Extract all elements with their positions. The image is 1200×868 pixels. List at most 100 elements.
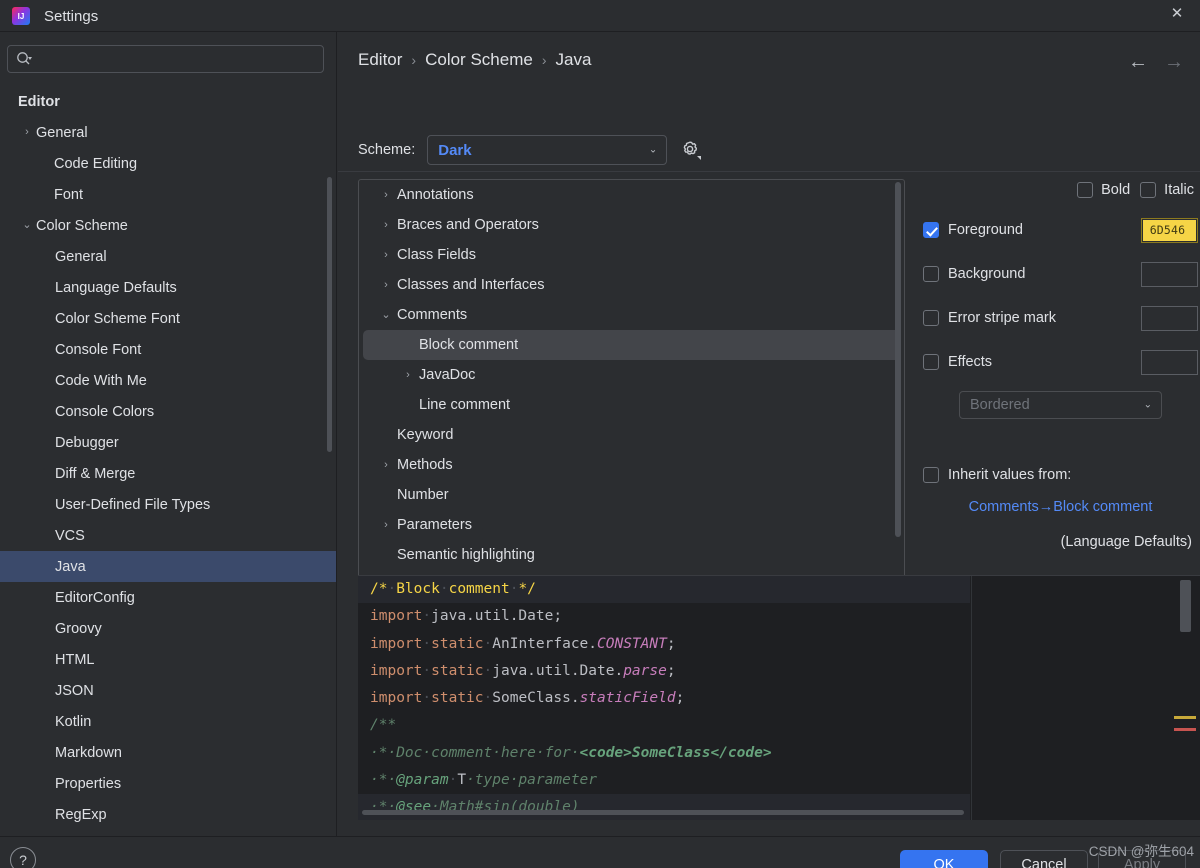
sidebar-item-color-scheme-font[interactable]: Color Scheme Font [0, 303, 336, 334]
title-bar: Settings ✕ [0, 0, 1200, 32]
search-input[interactable] [38, 48, 293, 70]
color-setting-keyword[interactable]: Keyword [359, 420, 904, 450]
error-stripe-color-swatch[interactable] [1141, 305, 1198, 331]
code-token: import [370, 608, 423, 625]
sidebar-item-java[interactable]: Java [0, 551, 336, 582]
sidebar-scrollbar[interactable] [327, 177, 332, 452]
arrow-left-icon[interactable]: ← [1128, 52, 1148, 72]
chevron-right-icon[interactable]: › [375, 519, 397, 531]
chevron-right-icon[interactable]: › [375, 189, 397, 201]
foreground-checkbox[interactable] [923, 222, 939, 238]
sidebar-item-user-defined-file-types[interactable]: User-Defined File Types [0, 489, 336, 520]
chevron-right-icon[interactable]: › [375, 459, 397, 471]
arrow-right-icon[interactable]: → [1164, 52, 1184, 72]
chevron-right-icon[interactable]: › [375, 219, 397, 231]
chevron-down-icon[interactable]: ⌄ [375, 309, 397, 321]
sidebar-item-groovy[interactable]: Groovy [0, 613, 336, 644]
chevron-right-icon[interactable]: › [375, 249, 397, 261]
sidebar-item-diff-merge[interactable]: Diff & Merge [0, 458, 336, 489]
preview-horizontal-scrollbar[interactable] [362, 810, 964, 815]
sidebar-item-label: Debugger [55, 434, 119, 451]
effect-type-select[interactable]: Bordered ⌄ [959, 391, 1162, 419]
sidebar-item-label: EditorConfig [55, 589, 135, 606]
search-box[interactable] [7, 45, 324, 73]
sidebar-item-code-with-me[interactable]: Code With Me [0, 365, 336, 396]
sidebar-item-label: Console Colors [55, 403, 155, 420]
color-setting-label: Methods [397, 457, 453, 473]
effects-checkbox[interactable] [923, 354, 939, 370]
sidebar-item-kotlin[interactable]: Kotlin [0, 706, 336, 737]
navigation-buttons: ← → [1128, 52, 1184, 72]
color-setting-semantic-highlighting[interactable]: Semantic highlighting [359, 540, 904, 570]
gear-icon[interactable] [679, 138, 703, 162]
color-setting-class-fields[interactable]: › Class Fields [359, 240, 904, 270]
sidebar-item-html[interactable]: HTML [0, 644, 336, 675]
sidebar-item-json[interactable]: JSON [0, 675, 336, 706]
foreground-color-swatch[interactable]: 6D546 [1141, 217, 1198, 243]
ok-button[interactable]: OK [900, 850, 988, 868]
scheme-select[interactable]: Dark ⌄ [427, 135, 668, 165]
sidebar-item-editorconfig[interactable]: EditorConfig [0, 582, 336, 613]
breadcrumb-item[interactable]: Color Scheme [425, 50, 533, 70]
sidebar-item-vcs[interactable]: VCS [0, 520, 336, 551]
close-icon[interactable]: ✕ [1160, 0, 1194, 26]
sidebar-item-editor[interactable]: Editor [0, 86, 336, 117]
color-setting-classes-and-interfaces[interactable]: › Classes and Interfaces [359, 270, 904, 300]
color-setting-line-comment[interactable]: Line comment [359, 390, 904, 420]
help-icon[interactable]: ? [10, 847, 36, 868]
sidebar-item-properties[interactable]: Properties [0, 768, 336, 799]
color-setting-comments[interactable]: ⌄ Comments [359, 300, 904, 330]
color-setting-javadoc[interactable]: › JavaDoc [359, 360, 904, 390]
error-stripe-marker[interactable] [1174, 716, 1196, 719]
chevron-right-icon[interactable]: › [18, 127, 36, 138]
breadcrumb-item: Java [555, 50, 592, 69]
sidebar-item-code-editing[interactable]: Code Editing [0, 148, 336, 179]
italic-checkbox-item[interactable]: Italic [1140, 182, 1194, 198]
error-stripe-checkbox[interactable] [923, 310, 939, 326]
code-token: · [422, 662, 432, 679]
background-checkbox[interactable] [923, 266, 939, 282]
breadcrumb-item[interactable]: Editor [358, 50, 402, 70]
sidebar-item-general[interactable]: › General [0, 117, 336, 148]
bold-checkbox-item[interactable]: Bold [1077, 182, 1130, 198]
color-setting-annotations[interactable]: › Annotations [359, 180, 904, 210]
effects-label: Effects [948, 354, 993, 370]
color-settings-scrollbar[interactable] [895, 182, 901, 537]
inherit-source-link[interactable]: Comments→Block comment [923, 497, 1198, 518]
sidebar-item-debugger[interactable]: Debugger [0, 427, 336, 458]
color-setting-label: Classes and Interfaces [397, 277, 545, 293]
code-token: · [483, 662, 493, 679]
italic-checkbox[interactable] [1140, 182, 1157, 198]
breadcrumb-separator: › [541, 52, 547, 68]
bold-checkbox[interactable] [1077, 182, 1094, 198]
color-setting-block-comment[interactable]: Block comment [363, 330, 900, 360]
preview-vertical-scrollbar[interactable] [1180, 580, 1191, 632]
code-token: import [370, 662, 423, 679]
error-stripe-marker[interactable] [1174, 728, 1196, 731]
cancel-button[interactable]: Cancel [1000, 850, 1088, 868]
sidebar-item-language-defaults[interactable]: Language Defaults [0, 272, 336, 303]
chevron-down-icon[interactable]: ⌄ [18, 220, 36, 231]
code-preview[interactable]: /*·Block·comment·*/import·java.util.Date… [358, 575, 1200, 820]
background-color-swatch[interactable] [1141, 261, 1198, 287]
foreground-row: Foreground 6D546 [923, 215, 1198, 245]
inherit-checkbox[interactable] [923, 467, 939, 483]
search-area [0, 32, 336, 73]
sidebar-item-general[interactable]: General [0, 241, 336, 272]
sidebar-item-regexp[interactable]: RegExp [0, 799, 336, 830]
color-setting-parameters[interactable]: › Parameters [359, 510, 904, 540]
sidebar-item-console-colors[interactable]: Console Colors [0, 396, 336, 427]
code-token: ; [675, 690, 685, 707]
sidebar-item-color-scheme[interactable]: ⌄ Color Scheme [0, 210, 336, 241]
sidebar-item-console-font[interactable]: Console Font [0, 334, 336, 365]
chevron-right-icon[interactable]: › [375, 279, 397, 291]
settings-tree: Editor › General Code Editing Font ⌄ Color Sch… [0, 86, 336, 830]
color-setting-methods[interactable]: › Methods [359, 450, 904, 480]
sidebar-item-markdown[interactable]: Markdown [0, 737, 336, 768]
effects-color-swatch[interactable] [1141, 349, 1198, 375]
color-setting-braces-and-operators[interactable]: › Braces and Operators [359, 210, 904, 240]
sidebar-item-font[interactable]: Font [0, 179, 336, 210]
chevron-right-icon[interactable]: › [397, 369, 419, 381]
color-setting-number[interactable]: Number [359, 480, 904, 510]
sidebar-item-label: Language Defaults [55, 279, 177, 296]
